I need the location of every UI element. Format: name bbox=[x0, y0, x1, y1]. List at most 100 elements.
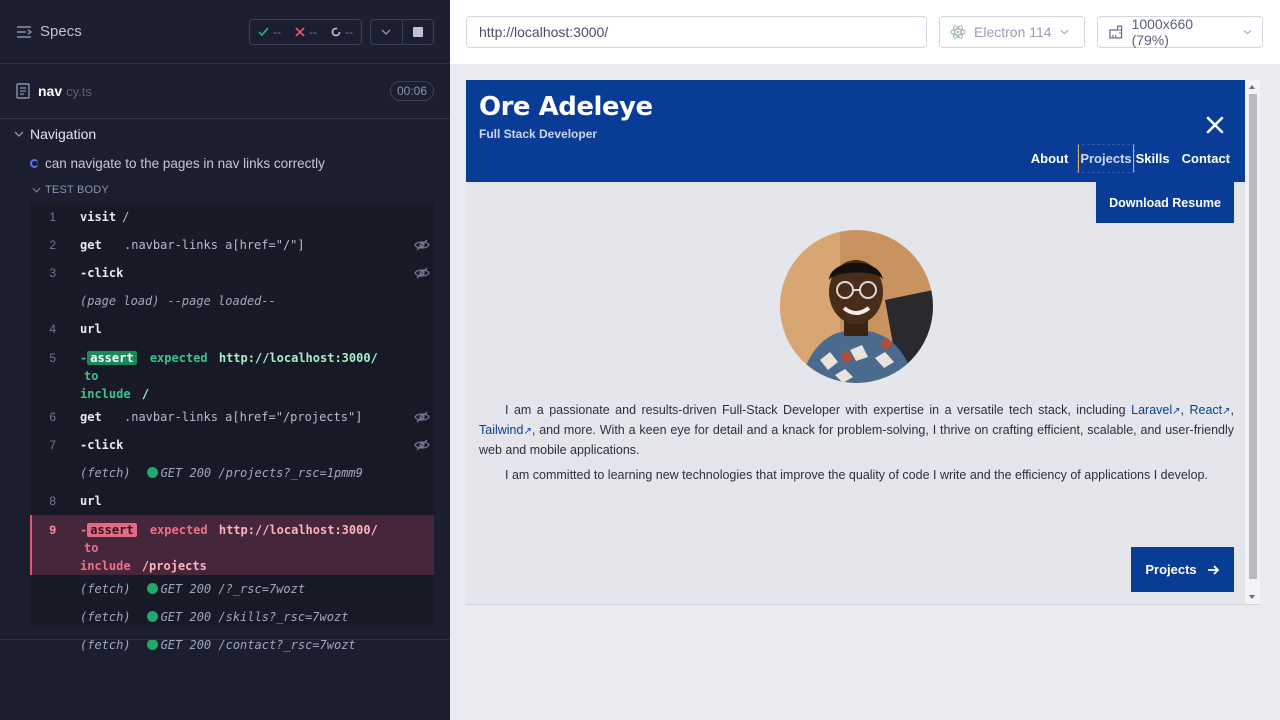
assert-value: http://localhost:3000/ bbox=[218, 351, 378, 365]
laravel-link-label: Laravel bbox=[1131, 403, 1173, 417]
assert-value: / bbox=[141, 387, 150, 401]
stop-icon bbox=[412, 26, 423, 37]
browser-select[interactable]: Electron 114 bbox=[939, 16, 1085, 48]
command-name: url bbox=[80, 322, 102, 336]
assert-keyword: include bbox=[80, 387, 131, 401]
command-row[interactable]: 6 get .navbar-links a[href="/projects"] bbox=[30, 403, 434, 431]
bio-paragraph-1: I am a passionate and results-driven Ful… bbox=[479, 403, 1234, 457]
command-number: 3 bbox=[49, 266, 56, 280]
site-navbar: Ore Adeleye Full Stack Developer About P… bbox=[466, 80, 1245, 182]
command-row[interactable]: 4 url bbox=[30, 315, 434, 343]
site-tagline: Full Stack Developer bbox=[479, 127, 598, 141]
x-icon bbox=[295, 26, 305, 37]
aut-scrollbar[interactable] bbox=[1245, 80, 1260, 604]
chevron-down-icon bbox=[1060, 29, 1069, 35]
specs-label: Specs bbox=[40, 23, 82, 40]
assert-keyword: expected bbox=[149, 523, 208, 537]
projects-next-label: Projects bbox=[1145, 562, 1197, 577]
command-message: --page loaded-- bbox=[167, 294, 276, 308]
command-row-assert-failed[interactable]: 9 - assert expected http://localhost:3000… bbox=[30, 515, 434, 575]
command-name: (fetch) bbox=[80, 638, 131, 652]
command-row[interactable]: (fetch) GET 200 /skills?_rsc=7wozt bbox=[30, 603, 434, 631]
runner-toolbar: http://localhost:3000/ Electron 114 1000… bbox=[450, 0, 1280, 64]
reporter-header: Specs -- -- -- bbox=[0, 0, 450, 64]
scroll-up-icon[interactable] bbox=[1249, 85, 1255, 89]
external-link-icon: ↗ bbox=[523, 426, 532, 437]
run-controls bbox=[370, 18, 434, 45]
assert-keyword: expected bbox=[149, 351, 208, 365]
assert-badge: assert bbox=[87, 351, 137, 365]
command-row[interactable]: (fetch) GET 200 /contact?_rsc=7wozt bbox=[30, 631, 434, 659]
status-dot-icon bbox=[146, 467, 158, 478]
laravel-link[interactable]: Laravel↗ bbox=[1131, 403, 1180, 417]
command-row[interactable]: 7 -click bbox=[30, 431, 434, 459]
chevron-down-icon bbox=[1243, 29, 1252, 35]
command-log: 1 visit / 2 get .navbar-links a[href="/"… bbox=[30, 203, 434, 652]
command-name: url bbox=[80, 494, 102, 508]
react-link[interactable]: React↗ bbox=[1189, 403, 1230, 417]
tailwind-link[interactable]: Tailwind↗ bbox=[479, 423, 532, 437]
test-stats: -- -- -- bbox=[249, 18, 362, 45]
nav-link-skills[interactable]: Skills bbox=[1134, 144, 1172, 173]
scroll-down-icon[interactable] bbox=[1249, 595, 1255, 599]
eye-slash-icon[interactable] bbox=[414, 438, 430, 452]
eye-slash-icon[interactable] bbox=[414, 238, 430, 252]
command-number: 9 bbox=[49, 523, 56, 537]
failed-count: -- bbox=[309, 24, 317, 39]
viewport-select[interactable]: 1000x660 (79%) bbox=[1097, 16, 1263, 48]
test-row[interactable]: can navigate to the pages in nav links c… bbox=[0, 149, 450, 177]
assert-keyword: to bbox=[84, 541, 99, 555]
passed-count: -- bbox=[273, 24, 281, 39]
suite-row[interactable]: Navigation bbox=[0, 119, 450, 149]
aut-url-field[interactable]: http://localhost:3000/ bbox=[466, 16, 927, 48]
command-row[interactable]: 8 url bbox=[30, 487, 434, 515]
test-body-toggle[interactable]: TEST BODY bbox=[0, 177, 450, 203]
scroll-thumb[interactable] bbox=[1249, 94, 1257, 579]
passed-stat: -- bbox=[258, 25, 281, 39]
bio-paragraph-2: I am committed to learning new technolog… bbox=[505, 468, 1208, 482]
command-row[interactable]: 2 get .navbar-links a[href="/"] bbox=[30, 231, 434, 259]
download-resume-button[interactable]: Download Resume bbox=[1096, 182, 1234, 223]
command-number: 7 bbox=[49, 438, 56, 452]
command-number: 6 bbox=[49, 410, 56, 424]
command-name: -click bbox=[80, 266, 124, 280]
spec-duration: 00:06 bbox=[389, 81, 434, 101]
specs-toggle[interactable]: Specs bbox=[16, 23, 82, 40]
external-link-icon: ↗ bbox=[1222, 406, 1231, 417]
eye-slash-icon[interactable] bbox=[414, 266, 430, 280]
command-name: (fetch) bbox=[80, 466, 131, 480]
command-message: .navbar-links a[href="/projects"] bbox=[124, 410, 363, 424]
eye-slash-icon[interactable] bbox=[414, 410, 430, 424]
electron-icon bbox=[950, 25, 966, 39]
stop-button[interactable] bbox=[401, 19, 434, 44]
projects-next-button[interactable]: Projects bbox=[1131, 547, 1234, 592]
navbar-links: About Projects Skills Contact bbox=[1029, 144, 1232, 173]
nav-link-contact[interactable]: Contact bbox=[1180, 144, 1232, 173]
command-message: / bbox=[122, 210, 130, 224]
tailwind-link-label: Tailwind bbox=[479, 423, 524, 437]
nav-link-about[interactable]: About bbox=[1029, 144, 1071, 173]
command-name: (page load) bbox=[80, 294, 160, 308]
bio-text: I am a passionate and results-driven Ful… bbox=[505, 403, 1126, 417]
command-name: (fetch) bbox=[80, 610, 131, 624]
command-message: GET 200 /contact?_rsc=7wozt bbox=[146, 631, 356, 659]
command-row[interactable]: (fetch) GET 200 /projects?_rsc=1pmm9 bbox=[30, 459, 434, 487]
arrow-right-icon bbox=[1207, 564, 1219, 575]
expand-button[interactable] bbox=[371, 20, 402, 44]
command-row[interactable]: 1 visit / bbox=[30, 203, 434, 231]
nav-link-projects[interactable]: Projects bbox=[1077, 144, 1135, 173]
pending-stat: -- bbox=[331, 25, 353, 39]
command-name: (fetch) bbox=[80, 582, 131, 596]
close-menu-icon[interactable] bbox=[1204, 114, 1226, 136]
command-row[interactable]: (page load) --page loaded-- bbox=[30, 287, 434, 315]
status-dot-icon bbox=[146, 611, 158, 622]
document-icon bbox=[16, 83, 30, 99]
assert-value: http://localhost:3000/ bbox=[218, 523, 378, 537]
site-brand[interactable]: Ore Adeleye bbox=[479, 92, 653, 122]
command-row[interactable]: 3 -click bbox=[30, 259, 434, 287]
command-row-assert-passed[interactable]: 5 - assert expected http://localhost:3000… bbox=[30, 343, 434, 403]
spec-file-row[interactable]: nav cy.ts 00:06 bbox=[0, 64, 450, 119]
profile-photo bbox=[780, 230, 933, 383]
command-row[interactable]: (fetch) GET 200 /?_rsc=7wozt bbox=[30, 575, 434, 603]
assert-keyword: to bbox=[84, 369, 99, 383]
